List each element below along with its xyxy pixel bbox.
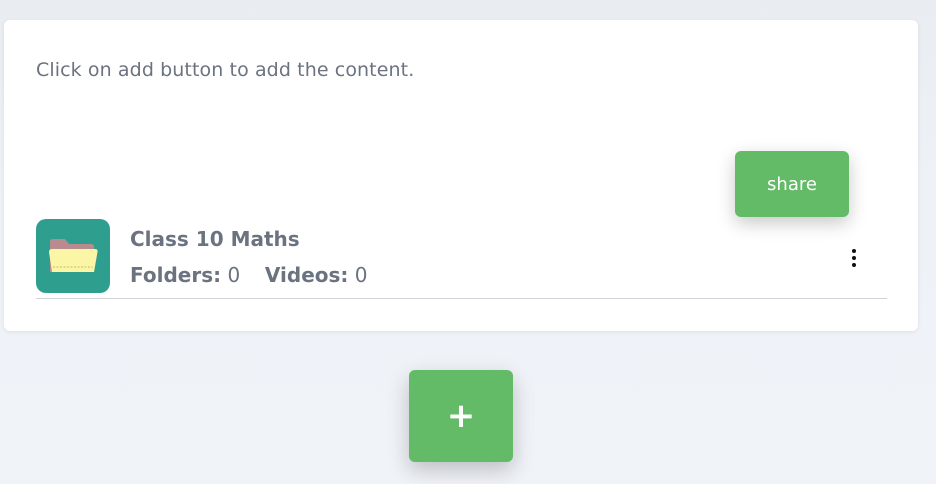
add-button[interactable]: + bbox=[409, 370, 513, 462]
folders-count: 0 bbox=[227, 263, 241, 287]
folders-label: Folders: bbox=[130, 263, 222, 287]
item-meta: Folders: 0 Videos: 0 bbox=[130, 263, 368, 287]
list-item[interactable]: Class 10 Maths Folders: 0 Videos: 0 bbox=[36, 218, 887, 299]
item-title: Class 10 Maths bbox=[130, 227, 300, 251]
empty-hint-text: Click on add button to add the content. bbox=[36, 59, 415, 81]
videos-count: 0 bbox=[354, 263, 368, 287]
folder-icon bbox=[36, 219, 110, 293]
more-vertical-icon[interactable] bbox=[842, 246, 866, 270]
page: Click on add button to add the content. … bbox=[0, 0, 936, 484]
share-button[interactable]: share bbox=[735, 151, 849, 217]
content-card: Click on add button to add the content. … bbox=[4, 20, 918, 331]
videos-label: Videos: bbox=[264, 263, 349, 287]
